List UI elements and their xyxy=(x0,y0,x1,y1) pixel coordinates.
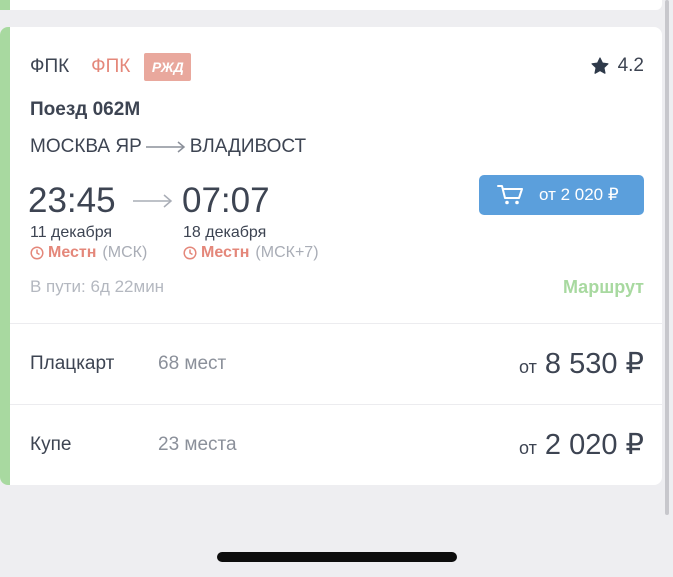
class-price: от 8 530 ₽ xyxy=(519,346,644,381)
buy-button[interactable]: от 2 020 ₽ xyxy=(479,175,644,215)
departure-timezone: Местн (МСК) xyxy=(30,244,147,262)
carrier-brand: ФПК xyxy=(91,56,131,77)
rzd-logo: РЖД xyxy=(144,53,192,81)
timezone-zone: (МСК+7) xyxy=(255,244,319,261)
departure-time: 23:45 xyxy=(28,181,116,220)
price-value: 8 530 ₽ xyxy=(544,348,644,380)
price-prefix: от xyxy=(519,438,537,458)
buy-button-label: от 2 020 ₽ xyxy=(539,185,619,204)
home-indicator[interactable] xyxy=(217,552,457,562)
star-icon xyxy=(591,57,609,74)
arrow-right-icon xyxy=(145,141,185,153)
route-to: ВЛАДИВОСТ xyxy=(189,136,307,157)
route-from: МОСКВА ЯР xyxy=(30,136,142,157)
class-seats: 68 мест xyxy=(158,353,227,374)
carrier-info: ФПК ФПК РЖД xyxy=(30,53,192,81)
class-type: Купе xyxy=(30,434,72,455)
card-accent-bar xyxy=(0,27,10,485)
travel-duration: В пути: 6д 22мин xyxy=(30,277,165,296)
rating: 4.2 xyxy=(590,53,644,79)
card-accent-bar xyxy=(0,0,10,10)
clock-icon xyxy=(30,246,44,260)
timezone-label: Местн xyxy=(48,244,97,261)
carrier-name: ФПК xyxy=(30,56,70,77)
class-seats: 23 места xyxy=(158,434,237,455)
rating-value: 4.2 xyxy=(617,55,644,76)
route-link[interactable]: Маршрут xyxy=(563,277,644,298)
scrollbar[interactable] xyxy=(665,0,669,515)
class-row-platskart[interactable]: Плацкарт 68 мест от 8 530 ₽ xyxy=(10,324,662,404)
arrival-time: 07:07 xyxy=(182,181,270,220)
route: МОСКВА ЯР ВЛАДИВОСТ xyxy=(30,136,306,158)
price-value: 2 020 ₽ xyxy=(544,429,644,461)
timezone-zone: (МСК) xyxy=(102,244,148,261)
class-type: Плацкарт xyxy=(30,353,115,374)
clock-icon xyxy=(183,246,197,260)
cart-icon xyxy=(497,185,523,205)
arrow-right-icon xyxy=(133,194,173,208)
arrival-date: 18 декабря xyxy=(183,224,267,241)
timezone-label: Местн xyxy=(201,244,250,261)
train-name: Поезд 062М xyxy=(30,99,141,120)
price-prefix: от xyxy=(519,357,537,377)
departure-date: 11 декабря xyxy=(30,224,113,241)
previous-card xyxy=(0,0,662,10)
class-row-kupe[interactable]: Купе 23 места от 2 020 ₽ xyxy=(10,405,662,485)
arrival-timezone: Местн (МСК+7) xyxy=(183,244,319,262)
class-price: от 2 020 ₽ xyxy=(519,427,644,462)
train-card[interactable]: ФПК ФПК РЖД 4.2 Поезд 062М МОСКВА ЯР ВЛА… xyxy=(0,27,662,485)
